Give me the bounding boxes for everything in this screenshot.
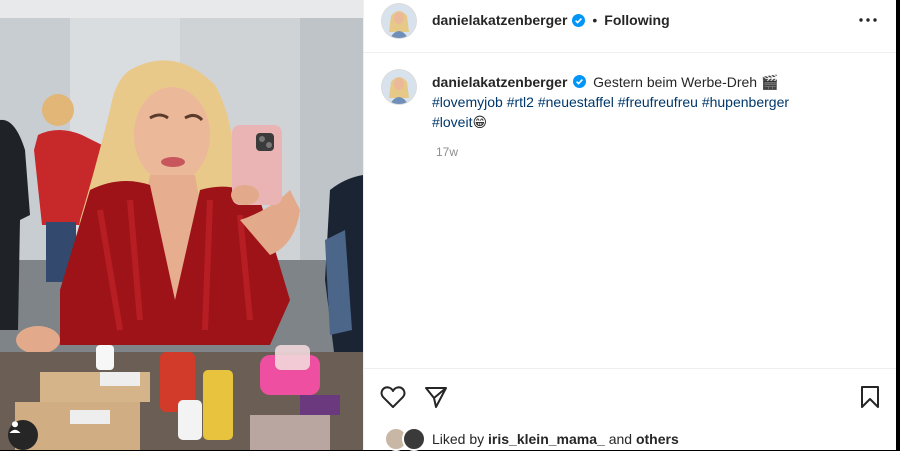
profile-avatar-icon[interactable] <box>382 4 416 38</box>
liked-by-user-link[interactable]: iris_klein_mama_ <box>488 431 605 447</box>
caption-text: Gestern beim Werbe-Dreh <box>593 74 758 90</box>
user-tag-icon[interactable] <box>8 420 38 450</box>
following-button[interactable]: Following <box>604 12 669 28</box>
hashtag-link[interactable]: #freufreufreu <box>618 94 698 110</box>
liked-by-joiner: and <box>608 431 633 447</box>
grin-emoji: 😁 <box>472 114 488 130</box>
separator-dot: • <box>592 12 598 28</box>
verified-badge-icon <box>573 75 587 88</box>
heart-icon[interactable] <box>380 384 406 410</box>
paper-plane-icon[interactable] <box>423 384 449 410</box>
post-caption: danielakatzenberger Gestern beim Werbe-D… <box>432 72 872 132</box>
hashtag-link[interactable]: #rtl2 <box>507 94 534 110</box>
others-link[interactable]: others <box>636 431 679 447</box>
hashtag-link[interactable]: #hupenberger <box>702 94 789 110</box>
caption-avatar-icon[interactable] <box>382 70 416 104</box>
hashtag-link[interactable]: #lovemyjob <box>432 94 503 110</box>
post-details-panel: danielakatzenberger • Following danielak… <box>363 0 897 451</box>
username-link[interactable]: danielakatzenberger <box>432 12 567 28</box>
post-modal: danielakatzenberger • Following danielak… <box>0 0 900 451</box>
caption-username[interactable]: danielakatzenberger <box>432 74 567 90</box>
bookmark-icon[interactable] <box>857 384 883 410</box>
liked-by-prefix: Liked by <box>432 431 485 447</box>
post-header: danielakatzenberger • Following <box>364 0 897 53</box>
modal-edge <box>896 0 900 450</box>
action-bar <box>364 368 897 425</box>
clapperboard-emoji: 🎬 <box>760 74 779 90</box>
hashtag-link[interactable]: #neuestaffel <box>538 94 614 110</box>
post-timestamp[interactable]: 17w <box>436 145 458 159</box>
liked-by-row: Liked by iris_klein_mama_ and others <box>384 427 679 451</box>
post-image <box>0 0 363 450</box>
verified-badge-icon <box>572 13 586 27</box>
liked-by-label: Liked by iris_klein_mama_ and others <box>432 431 679 447</box>
header-user: danielakatzenberger • Following <box>432 12 670 28</box>
post-photo[interactable] <box>0 0 363 450</box>
liker-avatar[interactable] <box>402 427 426 451</box>
more-options-icon[interactable] <box>856 10 880 30</box>
hashtag-link[interactable]: #loveit <box>432 114 472 130</box>
